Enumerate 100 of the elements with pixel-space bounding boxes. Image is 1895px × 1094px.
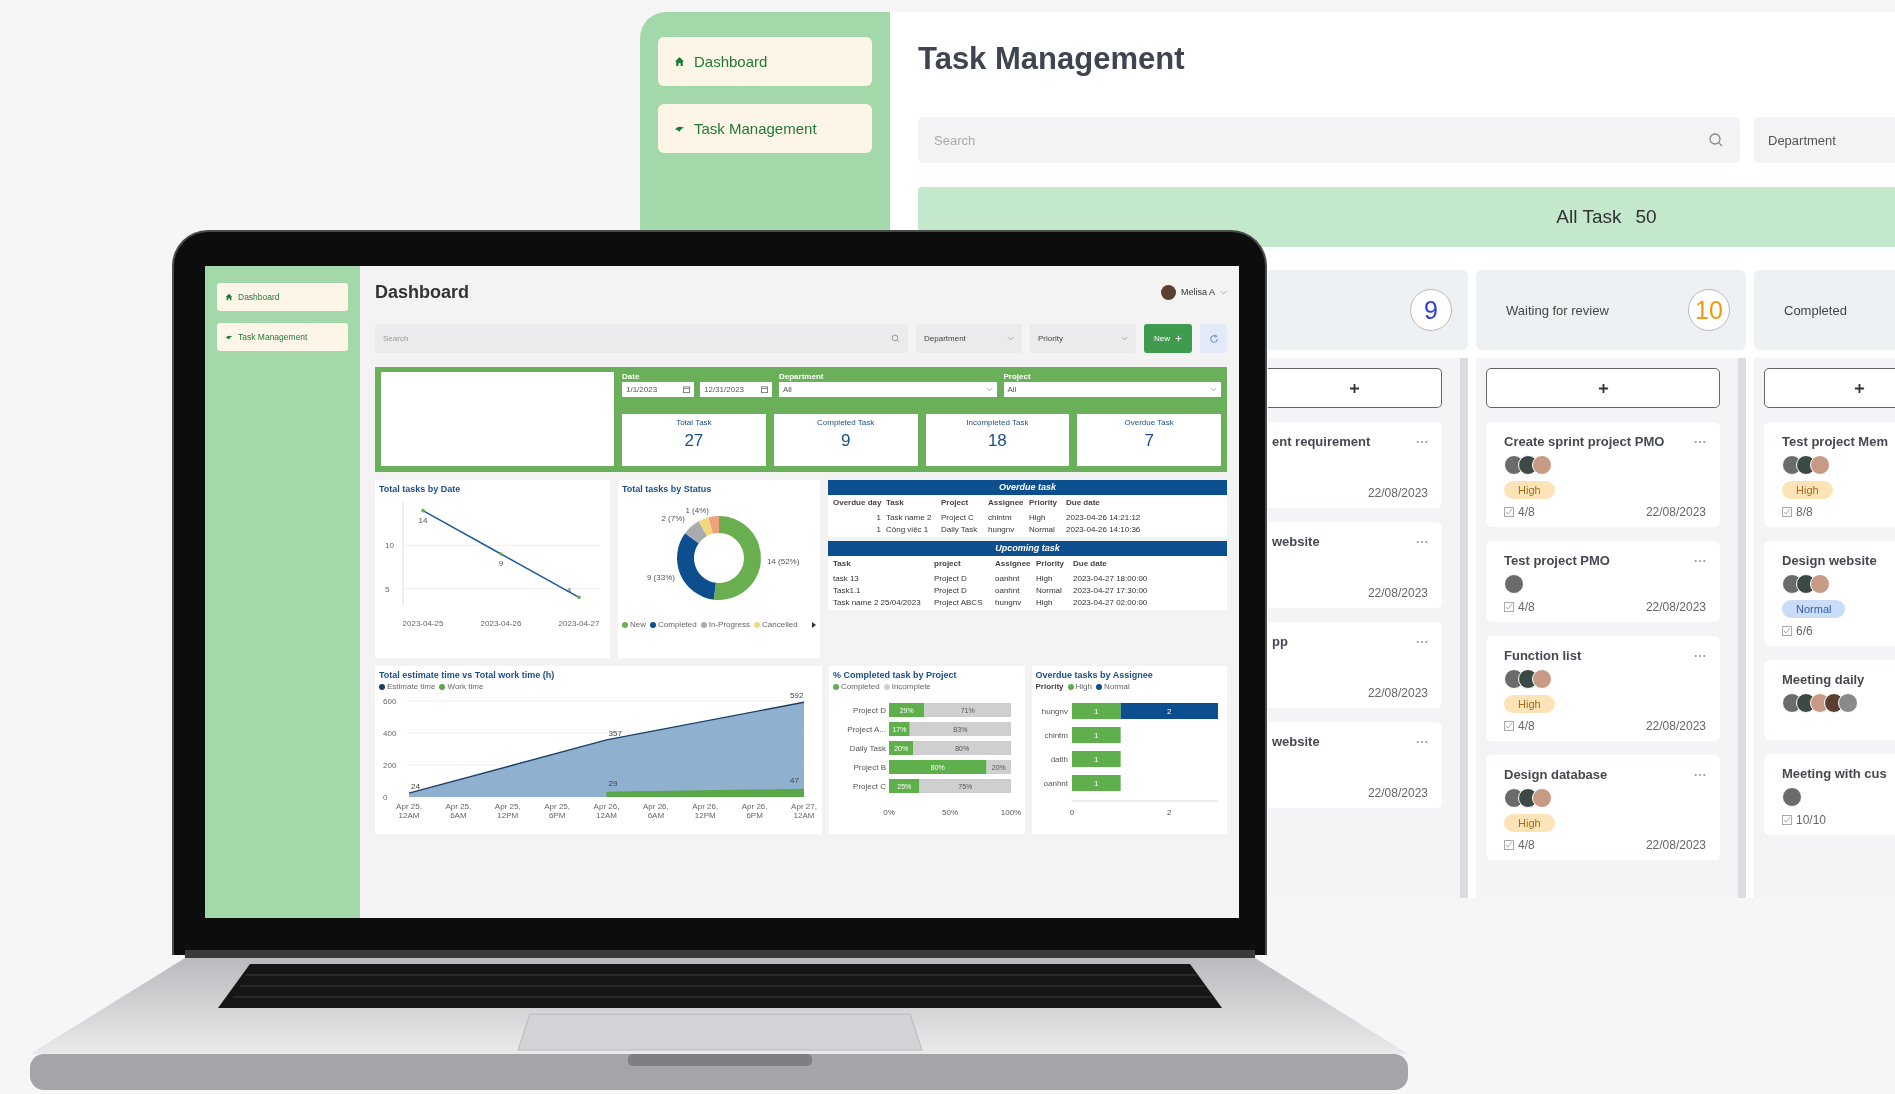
plus-icon: [1349, 382, 1360, 394]
axis-tick-label: 2: [1166, 808, 1172, 817]
avatar: [1532, 455, 1552, 475]
table-cell-text: oanhnt: [995, 586, 1021, 595]
more-icon[interactable]: [1416, 639, 1428, 644]
due-date: 22/08/2023: [1367, 786, 1428, 800]
department-dropdown[interactable]: Department: [1754, 117, 1895, 163]
due-date: 22/08/2023: [1645, 719, 1706, 733]
data-label: 592: [790, 693, 804, 701]
task-card[interactable]: Design website Normal 6/6: [1764, 541, 1895, 646]
user-menu[interactable]: Melisa A: [1161, 284, 1227, 300]
due-date: 22/08/2023: [1367, 586, 1428, 600]
table-cell-text: 1: [875, 513, 881, 522]
more-icon[interactable]: [1416, 539, 1428, 544]
task-card[interactable]: Function list High 4/8 22/08/2023: [1486, 636, 1720, 741]
task-card[interactable]: Meeting daily: [1764, 660, 1895, 740]
task-card[interactable]: website 22/08/2023: [1268, 522, 1442, 608]
table-cell-text: Project C: [941, 513, 975, 522]
project-select[interactable]: All: [1003, 382, 1221, 397]
more-icon[interactable]: [1694, 653, 1706, 658]
task-card[interactable]: Meeting with cus 10/10: [1764, 754, 1895, 835]
table-cell-text: 2023-04-27 02:00:00: [1073, 598, 1149, 607]
data-label: 4: [566, 586, 572, 596]
bar-segment: [1071, 775, 1121, 791]
due-date: 22/08/2023: [1645, 600, 1706, 614]
axis-tick-label: Project B: [853, 763, 886, 772]
filter-dropdown[interactable]: Priority: [1030, 324, 1136, 353]
task-card[interactable]: pp 22/08/2023: [1268, 622, 1442, 708]
column-header: Due date: [1073, 559, 1108, 570]
task-card[interactable]: Design database High 4/8 22/08/2023: [1486, 755, 1720, 860]
column-header: Priority: [1036, 559, 1065, 570]
card-title: Design database: [1504, 767, 1608, 782]
add-card-button[interactable]: [1268, 368, 1442, 408]
more-icon[interactable]: [1416, 439, 1428, 444]
date-field[interactable]: 12/31/2023: [700, 382, 772, 397]
card-title: Meeting with cus: [1782, 766, 1887, 781]
table-cell-text: Task1.1: [833, 586, 862, 595]
column-header: Due date: [1066, 498, 1101, 509]
nav-item[interactable]: Dashboard: [658, 37, 872, 86]
user-avatar: [1161, 284, 1176, 300]
priority-tag: High: [1782, 481, 1833, 499]
axis-tick-label: 50%: [942, 808, 958, 817]
department-select[interactable]: All: [779, 382, 997, 397]
axis-tick-label: 5: [385, 584, 390, 594]
search-icon: [1708, 132, 1724, 148]
column-header: Assignee: [988, 498, 1024, 509]
refresh-button[interactable]: [1200, 324, 1227, 353]
nav-item[interactable]: Dashboard: [217, 283, 348, 311]
filter-dropdown[interactable]: Department: [916, 324, 1022, 353]
play-icon[interactable]: [812, 621, 816, 628]
count-badge: 10: [1688, 289, 1730, 331]
chevron-down-icon: [1007, 336, 1014, 341]
add-card-button[interactable]: [1486, 368, 1720, 408]
data-label: 357: [608, 728, 622, 738]
more-icon[interactable]: [1694, 558, 1706, 563]
data-label: 1: [1093, 707, 1099, 716]
data-label: 47: [790, 776, 799, 786]
page-title: Dashboard: [375, 281, 470, 303]
date-field[interactable]: 1/1/2023: [622, 382, 694, 397]
axis-tick-label: hungnv: [1041, 707, 1068, 716]
more-icon[interactable]: [1416, 739, 1428, 744]
axis-tick-label: Daily Task: [849, 744, 886, 753]
priority-tag: High: [1504, 695, 1555, 713]
axis-tick-label: chintm: [1043, 731, 1068, 740]
kpi-value: 9: [840, 431, 851, 451]
nav-item[interactable]: Task Management: [658, 104, 872, 153]
checklist-icon: [1504, 602, 1514, 612]
task-card[interactable]: Test project Mem High 8/8: [1764, 422, 1895, 527]
data-label: 1: [1093, 779, 1099, 788]
axis-tick-label: 10: [385, 541, 394, 551]
nav-item[interactable]: Task Management: [217, 323, 348, 351]
search-field[interactable]: Search: [375, 324, 908, 353]
task-card[interactable]: ent requirement 22/08/2023: [1268, 422, 1442, 508]
table-cell-text: Công việc 1: [886, 525, 930, 534]
column-header: Task: [886, 498, 905, 509]
avatar: [1504, 574, 1524, 594]
axis-tick-label: Apr 25, 6PM: [544, 802, 570, 820]
task-card[interactable]: Create sprint project PMO High 4/8 22/08/2023: [1486, 422, 1720, 527]
axis-tick-label: 100%: [1000, 808, 1022, 817]
checklist-icon: [1782, 626, 1792, 636]
kpi-label: Total Task: [676, 418, 712, 427]
avatar: [1838, 693, 1858, 713]
task-card[interactable]: Test project PMO 4/8 22/08/2023: [1486, 541, 1720, 622]
data-label: 9: [498, 559, 504, 568]
card-title: Test project Mem: [1782, 434, 1888, 449]
axis-tick-label: 2023-04-25: [402, 619, 444, 628]
legend-dot: [883, 683, 890, 690]
data-point: [577, 595, 581, 600]
leaf-icon: [225, 333, 233, 341]
checklist-icon: [1782, 815, 1792, 825]
kpi-label: Incompleted Task: [966, 418, 1029, 427]
table-cell-text: 2023-04-27 17:30:00: [1073, 586, 1149, 595]
card-title: Design website: [1782, 553, 1877, 568]
search-field[interactable]: Search: [918, 117, 1740, 163]
axis-tick-label: Project C: [853, 782, 886, 791]
count-badge: 9: [1410, 289, 1452, 331]
table-cell-text: hungnv: [995, 598, 1023, 607]
more-icon[interactable]: [1694, 439, 1706, 444]
task-card[interactable]: website 22/08/2023: [1268, 722, 1442, 808]
more-icon[interactable]: [1694, 772, 1706, 777]
